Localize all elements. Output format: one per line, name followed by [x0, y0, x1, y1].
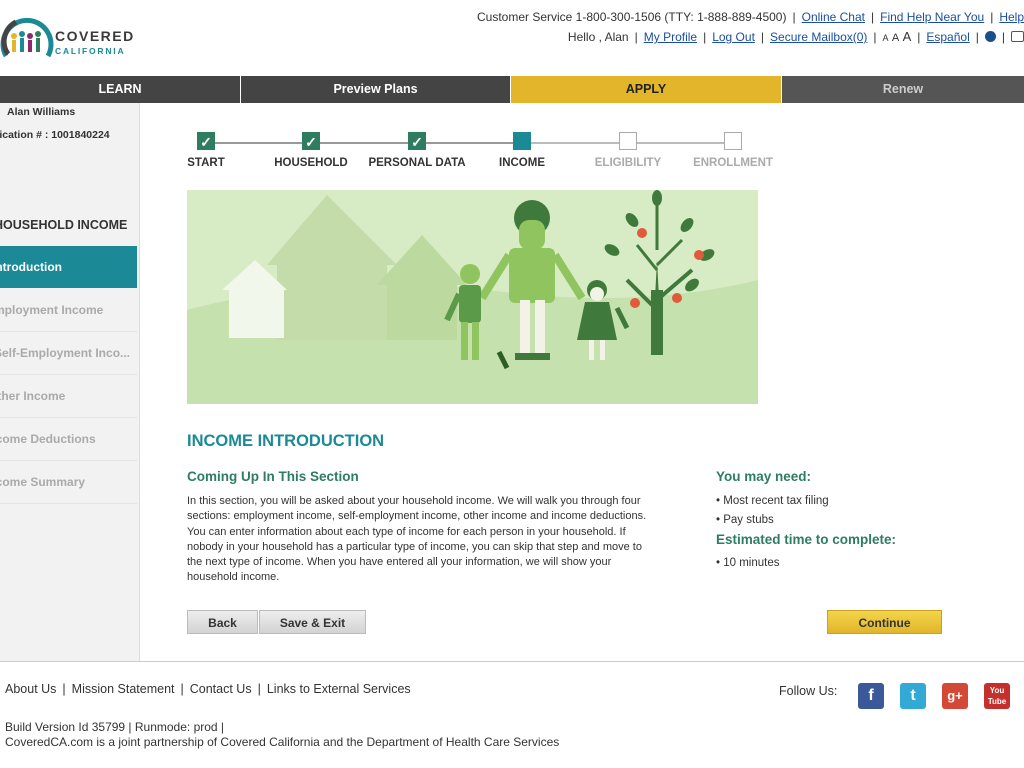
logo-text-line1: COVERED: [55, 28, 135, 44]
step-label: PERSONAL DATA: [368, 157, 466, 169]
checkmark-icon: ✓: [408, 132, 426, 150]
main-nav: LEARN Preview Plans APPLY Renew: [0, 76, 1024, 103]
step-label: ENROLLMENT: [693, 157, 773, 169]
step-label: START: [187, 157, 225, 169]
intro-paragraph: In this section, you will be asked about…: [187, 495, 647, 584]
need-item-text: Pay stubs: [723, 514, 774, 526]
logo[interactable]: COVERED CALIFORNIA: [0, 6, 140, 70]
footer-links: About Us | Mission Statement | Contact Us | Li…: [5, 682, 411, 696]
follow-us-label: Follow Us:: [779, 684, 838, 698]
need-item-text: Most recent tax filing: [723, 495, 829, 507]
checkmark-icon: ✓: [197, 132, 215, 150]
sidebar-item-employment-income[interactable]: Employment Income: [0, 289, 137, 332]
globe-icon[interactable]: [984, 31, 996, 42]
nav-tab-apply[interactable]: APPLY: [511, 76, 782, 103]
estimated-time-heading: Estimated time to complete:: [716, 532, 897, 547]
you-may-need-heading: You may need:: [716, 469, 812, 484]
mission-statement-link[interactable]: Mission Statement: [72, 682, 175, 696]
about-us-link[interactable]: About Us: [5, 682, 56, 696]
sidebar-item-label: Introduction: [0, 260, 62, 274]
current-step-icon: [513, 132, 531, 150]
logo-people-icon: [0, 17, 54, 58]
need-item: • Pay stubs: [716, 514, 774, 526]
empty-step-icon: [619, 132, 637, 150]
step-income: INCOME: [467, 132, 577, 169]
partnership-text: CoveredCA.com is a joint partnership of …: [5, 735, 560, 749]
my-profile-link[interactable]: My Profile: [644, 30, 697, 44]
contact-us-link[interactable]: Contact Us: [190, 682, 252, 696]
google-plus-icon[interactable]: g+: [942, 683, 968, 709]
sidebar-item-introduction[interactable]: Introduction: [0, 246, 137, 288]
sidebar-item-income-summary[interactable]: Income Summary: [0, 461, 137, 504]
nav-tab-preview-plans[interactable]: Preview Plans: [241, 76, 511, 103]
empty-step-icon: [724, 132, 742, 150]
continue-button[interactable]: Continue: [827, 610, 942, 634]
step-household: ✓ HOUSEHOLD: [256, 132, 366, 169]
twitter-icon[interactable]: t: [900, 683, 926, 709]
utility-bar-bottom: Hello , Alan | My Profile | Log Out | Secure M…: [568, 29, 1024, 44]
step-enrollment: ENROLLMENT: [678, 132, 788, 169]
font-size-small-button[interactable]: A: [883, 33, 889, 43]
nav-tab-learn[interactable]: LEARN: [0, 76, 241, 103]
step-eligibility: ELIGIBILITY: [573, 132, 683, 169]
log-out-link[interactable]: Log Out: [712, 30, 755, 44]
back-button[interactable]: Back: [187, 610, 258, 634]
font-size-medium-button[interactable]: A: [892, 32, 899, 44]
build-version-text: Build Version Id 35799 | Runmode: prod |: [5, 720, 225, 734]
espanol-link[interactable]: Español: [926, 30, 969, 44]
save-exit-button[interactable]: Save & Exit: [259, 610, 366, 634]
sidebar-item-income-deductions[interactable]: Income Deductions: [0, 418, 137, 461]
facebook-icon[interactable]: f: [858, 683, 884, 709]
need-item: • Most recent tax filing: [716, 495, 829, 507]
sidebar-item-other-income[interactable]: Other Income: [0, 375, 137, 418]
sidebar-item-self-employment-income[interactable]: Self-Employment Inco...: [0, 332, 137, 375]
progress-steps: ✓ START ✓ HOUSEHOLD ✓ PERSONAL DATA INCO…: [186, 132, 786, 176]
sidebar: Alan Williams Application # : 1001840224…: [0, 103, 140, 661]
step-label: INCOME: [499, 157, 545, 169]
application-number: Application # : 1001840224: [0, 129, 110, 141]
sidebar-section-title: HOUSEHOLD INCOME: [0, 218, 128, 232]
online-chat-link[interactable]: Online Chat: [802, 10, 865, 24]
font-size-large-button[interactable]: A: [903, 29, 912, 44]
step-label: HOUSEHOLD: [274, 157, 348, 169]
active-arrow-icon: [126, 246, 136, 288]
logo-text-line2: CALIFORNIA: [55, 46, 126, 56]
checkmark-icon: ✓: [302, 132, 320, 150]
print-icon[interactable]: [1011, 31, 1024, 42]
utility-bar-top: Customer Service 1-800-300-1506 (TTY: 1-…: [476, 10, 1024, 24]
nav-tab-renew[interactable]: Renew: [782, 76, 1024, 103]
find-help-link[interactable]: Find Help Near You: [880, 10, 984, 24]
greeting-text: Hello , Alan: [567, 30, 629, 44]
time-item-text: 10 minutes: [723, 557, 780, 569]
footer-divider: [0, 661, 1024, 662]
step-start: ✓ START: [151, 132, 261, 169]
youtube-icon[interactable]: You Tube: [984, 683, 1010, 709]
page-title: INCOME INTRODUCTION: [187, 432, 385, 450]
help-link[interactable]: Help: [999, 10, 1024, 24]
external-services-link[interactable]: Links to External Services: [267, 682, 411, 696]
customer-service-text: Customer Service 1-800-300-1506 (TTY: 1-…: [476, 10, 787, 24]
user-name: Alan Williams: [7, 106, 76, 118]
step-label: ELIGIBILITY: [594, 157, 662, 169]
section-heading: Coming Up In This Section: [187, 469, 359, 484]
time-item: • 10 minutes: [716, 557, 780, 569]
step-personal-data: ✓ PERSONAL DATA: [362, 132, 472, 169]
family-illustration: [187, 190, 758, 404]
secure-mailbox-link[interactable]: Secure Mailbox(0): [770, 30, 867, 44]
